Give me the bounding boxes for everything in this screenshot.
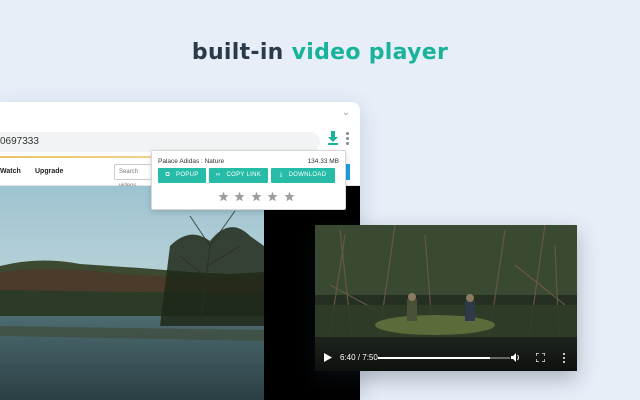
download-arrow-icon[interactable] xyxy=(326,130,340,146)
headline-part1: built-in xyxy=(191,40,284,65)
download-popup: Palace Adidas : Nature 134.33 MB ⧉ POPUP … xyxy=(151,150,346,210)
star-icon[interactable] xyxy=(218,191,229,202)
seek-bar[interactable] xyxy=(378,357,510,359)
star-icon[interactable] xyxy=(251,191,262,202)
floating-video-player[interactable]: 6:40 / 7:50 xyxy=(315,225,577,371)
volume-icon[interactable] xyxy=(511,353,521,362)
link-icon: ∞ xyxy=(215,172,221,178)
rating-stars[interactable] xyxy=(218,189,296,203)
popup-icon: ⧉ xyxy=(165,172,171,178)
browser-window: ⌄ 0697333 Watch Upgrade Search videos xyxy=(0,102,360,400)
download-button[interactable]: ⤓ DOWNLOAD xyxy=(271,168,335,183)
playback-time: 6:40 / 7:50 xyxy=(340,353,378,362)
site-search-input[interactable]: Search videos xyxy=(114,164,154,189)
address-bar[interactable]: 0697333 xyxy=(0,132,320,152)
popup-file-size: 134.33 MB xyxy=(307,158,339,165)
seek-bar-fill xyxy=(378,357,491,359)
star-icon[interactable] xyxy=(284,191,295,202)
kebab-menu-icon[interactable] xyxy=(346,132,350,146)
popup-button[interactable]: ⧉ POPUP xyxy=(158,168,206,183)
player-controls: 6:40 / 7:50 xyxy=(315,341,577,371)
headline: built-in video player xyxy=(0,40,640,65)
copy-link-label: COPY LINK xyxy=(226,172,262,178)
video-area xyxy=(0,186,360,400)
play-icon[interactable] xyxy=(324,353,332,362)
headline-part2: video player xyxy=(291,40,449,65)
copy-link-button[interactable]: ∞ COPY LINK xyxy=(209,168,268,183)
chevron-down-icon[interactable]: ⌄ xyxy=(340,108,352,118)
nav-watch-link[interactable]: Watch xyxy=(0,168,21,175)
download-icon: ⤓ xyxy=(279,172,283,178)
address-text: 0697333 xyxy=(0,136,39,147)
popup-button-label: POPUP xyxy=(176,172,199,178)
star-icon[interactable] xyxy=(234,191,245,202)
more-icon[interactable] xyxy=(563,353,566,363)
popup-video-title: Palace Adidas : Nature xyxy=(158,158,225,165)
nav-upgrade-link[interactable]: Upgrade xyxy=(35,168,63,175)
lake-video-frame[interactable] xyxy=(0,186,264,400)
fullscreen-icon[interactable] xyxy=(536,353,545,362)
download-label: DOWNLOAD xyxy=(288,172,327,178)
star-icon[interactable] xyxy=(267,191,278,202)
